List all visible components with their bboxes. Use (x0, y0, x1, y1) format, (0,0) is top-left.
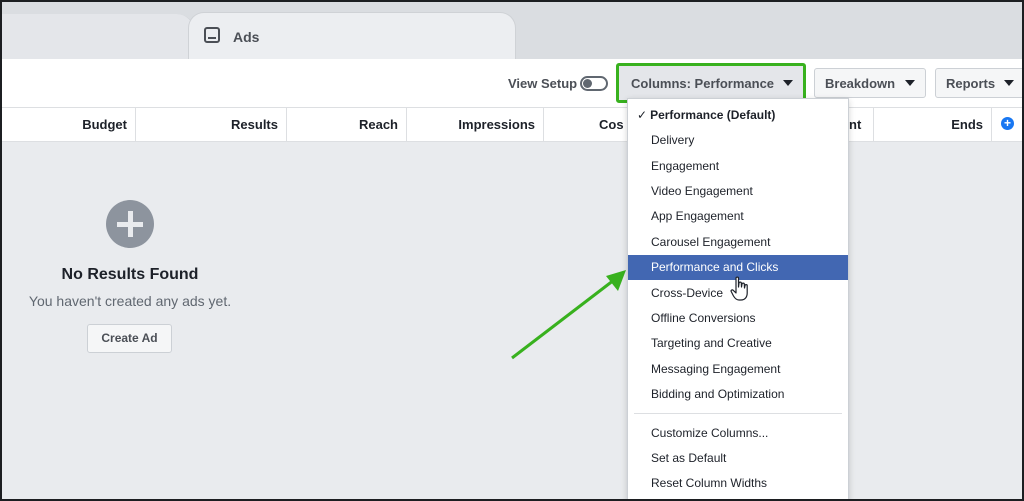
view-setup-label: View Setup (508, 76, 578, 91)
column-header-results[interactable]: Results (136, 108, 287, 141)
app-window: Ads View Setup Columns: Performance Brea… (0, 0, 1024, 501)
tab-ads[interactable]: Ads (188, 12, 516, 61)
menu-item-delivery[interactable]: Delivery (628, 128, 848, 153)
column-header-ends[interactable]: Ends (874, 108, 992, 141)
chevron-down-icon (783, 80, 794, 86)
menu-item-offline-conversions[interactable]: Offline Conversions (628, 306, 848, 331)
ads-icon (204, 27, 220, 43)
menu-action-set-as-default[interactable]: Set as Default (628, 446, 848, 471)
menu-item-targeting-and-creative[interactable]: Targeting and Creative (628, 331, 848, 356)
breakdown-button-label: Breakdown (825, 75, 896, 91)
columns-button-label: Columns: Performance (631, 75, 775, 91)
toolbar: View Setup Columns: Performance Breakdow… (2, 59, 1022, 108)
column-header-reach[interactable]: Reach (287, 108, 407, 141)
column-header-budget[interactable]: Budget (2, 108, 136, 141)
menu-item-performance-default[interactable]: ✓ Performance (Default) (628, 103, 848, 128)
chevron-down-icon (1004, 80, 1015, 86)
columns-button[interactable]: Columns: Performance (616, 63, 806, 103)
breakdown-button[interactable]: Breakdown (814, 68, 926, 98)
table-header: Budget Results Reach Impressions Cos nt … (2, 108, 1022, 142)
empty-state-title: No Results Found (61, 266, 199, 283)
menu-action-reset-column-widths[interactable]: Reset Column Widths (628, 471, 848, 496)
view-setup-toggle[interactable] (580, 76, 608, 91)
checkmark-icon: ✓ (637, 108, 648, 122)
column-header-cost[interactable]: Cos (544, 108, 627, 141)
chevron-down-icon (905, 80, 915, 86)
empty-state-subtitle: You haven't created any ads yet. (28, 293, 232, 309)
reports-button-label: Reports (946, 75, 996, 91)
menu-item-bidding-and-optimization[interactable]: Bidding and Optimization (628, 382, 848, 407)
menu-divider (634, 413, 842, 414)
annotation-arrow (511, 270, 626, 360)
menu-item-engagement[interactable]: Engagement (628, 154, 848, 179)
tab-ads-label: Ads (233, 29, 260, 45)
create-ad-button[interactable]: Create Ad (87, 324, 172, 353)
add-column-icon[interactable]: + (1001, 117, 1014, 130)
menu-item-app-engagement[interactable]: App Engagement (628, 204, 848, 229)
tab-strip: Ads (2, 2, 1022, 61)
toggle-knob (583, 79, 592, 88)
tab-previous[interactable] (2, 14, 195, 60)
reports-button[interactable]: Reports (935, 68, 1022, 98)
menu-item-label: Performance (Default) (650, 108, 776, 122)
menu-item-carousel-engagement[interactable]: Carousel Engagement (628, 230, 848, 255)
hand-pointer-icon (730, 276, 748, 301)
create-plus-icon (106, 200, 154, 248)
column-header-impressions[interactable]: Impressions (407, 108, 544, 141)
menu-item-messaging-engagement[interactable]: Messaging Engagement (628, 357, 848, 382)
menu-item-video-engagement[interactable]: Video Engagement (628, 179, 848, 204)
menu-action-customize-columns[interactable]: Customize Columns... (628, 421, 848, 446)
